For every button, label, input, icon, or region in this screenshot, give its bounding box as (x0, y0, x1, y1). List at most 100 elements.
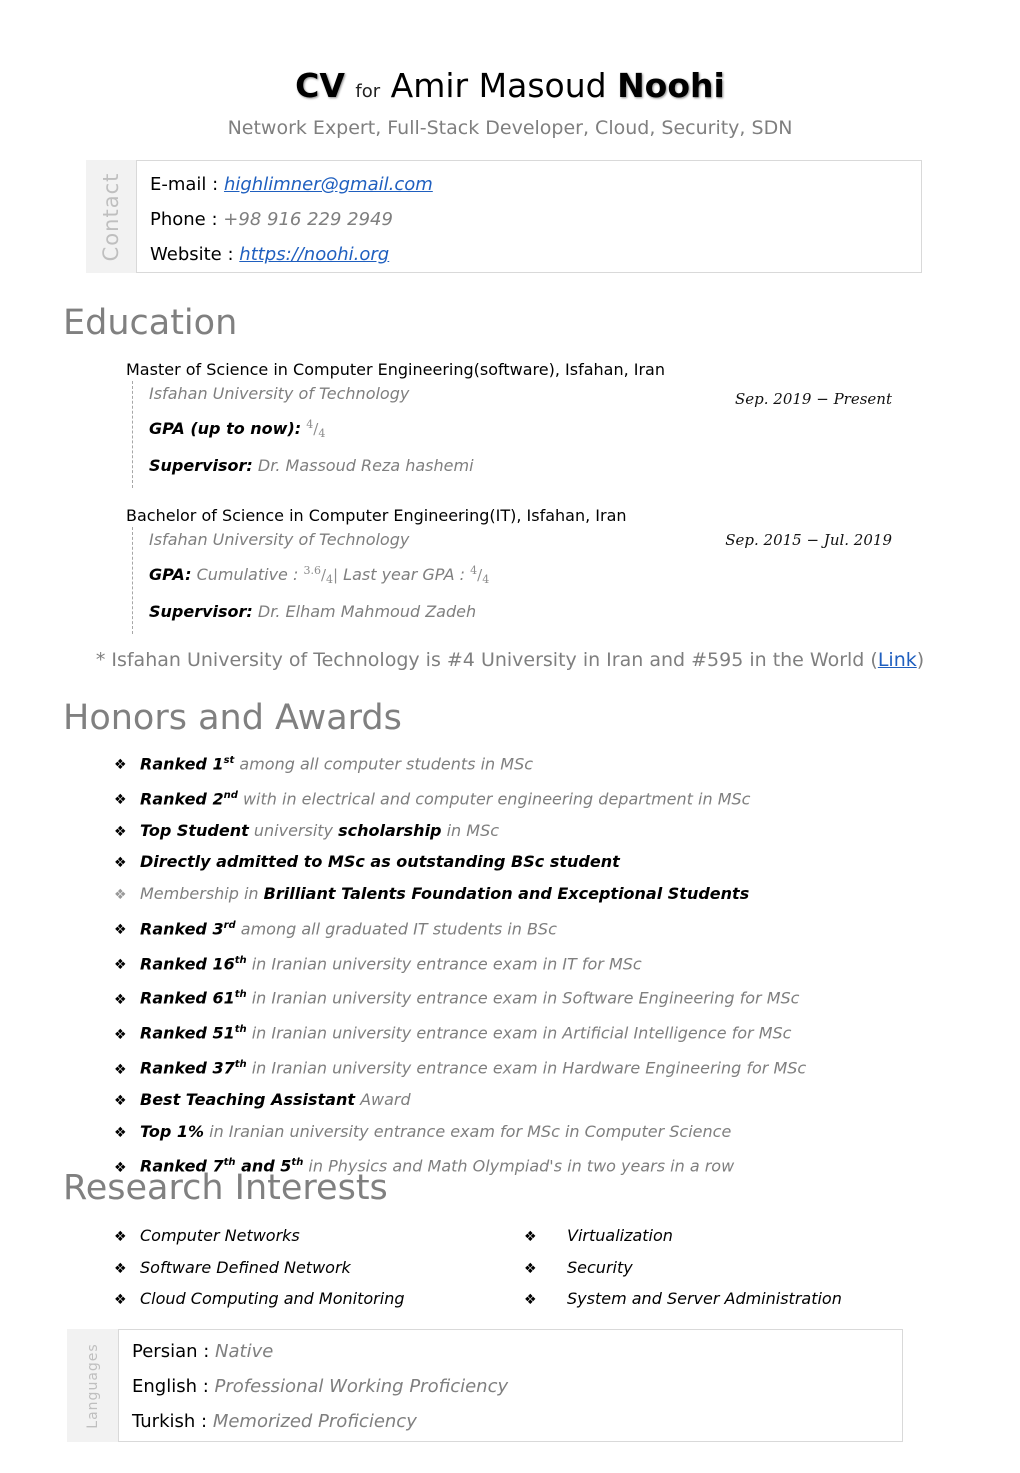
supervisor-label: Supervisor: (149, 456, 253, 475)
degree-bsc: Bachelor of Science in Computer Engineer… (126, 505, 906, 634)
honor-item: ❖ Ranked 3rd among all graduated IT stude… (114, 911, 806, 946)
diamond-bullet-icon: ❖ (114, 1229, 127, 1245)
honor-prefix: Membership in (140, 884, 264, 904)
contact-content: E-mail : highlimner@gmail.com Phone : +9… (136, 160, 922, 273)
ordinal-suffix: st (223, 755, 235, 766)
ordinal-suffix: nd (223, 789, 238, 801)
research-heading: Research Interests (63, 1168, 388, 1208)
diamond-bullet-icon: ❖ (114, 991, 127, 1008)
supervisor-name: Dr. Massoud Reza hashemi (257, 456, 474, 475)
honor-highlight: Ranked 37 (140, 1058, 235, 1078)
degree-title: Bachelor of Science in Computer Engineer… (126, 506, 627, 525)
subtitle: Network Expert, Full-Stack Developer, Cl… (227, 117, 793, 139)
research-interest: ❖ Virtualization (524, 1221, 842, 1253)
language-level: Professional Working Proficiency (214, 1376, 509, 1397)
ordinal-suffix: th (234, 989, 247, 1001)
research-interest: ❖ Computer Networks (114, 1221, 404, 1253)
diamond-bullet-icon: ❖ (114, 1260, 127, 1277)
degree-msc: Master of Science in Computer Engineerin… (126, 359, 906, 488)
language-name: Turkish : (132, 1411, 208, 1432)
research-list-right: ❖ Virtualization ❖ Security ❖ System and Serv… (524, 1221, 842, 1316)
diamond-bullet-icon: ❖ (114, 855, 127, 872)
research-interest: ❖ Cloud Computing and Monitoring (114, 1284, 404, 1316)
diamond-bullet-icon: ❖ (114, 792, 127, 809)
diamond-bullet-icon: ❖ (114, 956, 127, 973)
honor-highlight: Directly admitted to MSc as outstanding … (140, 852, 620, 872)
honor-item: ❖ Ranked 1st among all computer students … (114, 746, 806, 781)
gpa-numerator: 3.6 (303, 564, 321, 577)
diamond-bullet-icon: ❖ (114, 1026, 127, 1043)
research-interest-label: Software Defined Network (140, 1257, 351, 1277)
ordinal-suffix: th (234, 1024, 247, 1036)
cv-title: CV for Amir Masoud Noohi (0, 64, 1020, 114)
language-row: English : Professional Working Proficien… (132, 1369, 902, 1404)
honor-item: ❖ Top 1% in Iranian university entrance e… (114, 1117, 806, 1149)
honor-text: Award (354, 1090, 411, 1110)
cv-label: CV (295, 66, 345, 105)
honor-item: ❖ Ranked 61th in Iranian university entra… (114, 980, 806, 1015)
honor-text: among all computer students in MSc (234, 754, 534, 774)
last-name: Noohi (617, 66, 725, 105)
honor-highlight: Brilliant Talents Foundation and Excepti… (263, 884, 750, 904)
diamond-bullet-icon: ❖ (114, 1061, 127, 1078)
gpa-denominator: 4 (318, 427, 326, 440)
honors-heading: Honors and Awards (63, 698, 402, 738)
honor-text: in Iranian university entrance exam in H… (246, 1058, 807, 1078)
honor-text: in Iranian university entrance exam in I… (246, 953, 642, 973)
website-link[interactable]: https://noohi.org (239, 244, 389, 265)
language-level: Native (215, 1341, 274, 1362)
honor-highlight: Top 1% (140, 1121, 205, 1141)
languages-content: Persian : Native English : Professional … (118, 1329, 903, 1442)
honor-highlight: Ranked 61 (140, 988, 235, 1008)
honor-text: university (248, 820, 339, 840)
cumulative-label: Cumulative : (196, 565, 299, 584)
research-interest-label: Cloud Computing and Monitoring (140, 1289, 405, 1309)
note-text: * Isfahan University of Technology is #4… (95, 649, 878, 671)
gpa-label: GPA: (149, 565, 192, 584)
honor-highlight: Ranked 1 (140, 754, 224, 774)
email-link[interactable]: highlimner@gmail.com (224, 174, 433, 195)
gpa-line: GPA (up to now): 4/4 (149, 409, 906, 450)
language-level: Memorized Proficiency (212, 1411, 417, 1432)
first-names: Amir Masoud (390, 66, 607, 105)
language-row: Persian : Native (132, 1334, 902, 1369)
research-interest: ❖ System and Server Administration (524, 1284, 842, 1316)
phone-value: +98 916 229 2949 (223, 209, 393, 230)
research-interest-label: Virtualization (567, 1226, 673, 1245)
honor-highlight: Ranked 3 (140, 918, 224, 938)
honor-highlight: Ranked 2 (140, 789, 224, 809)
research-list-left: ❖ Computer Networks ❖ Software Defined Netw… (114, 1221, 404, 1316)
honor-text: in Iranian university entrance exam for … (204, 1121, 732, 1141)
diamond-bullet-icon: ❖ (114, 757, 127, 774)
research-interest-label: Security (567, 1257, 633, 1277)
honor-text: in Iranian university entrance exam in S… (246, 988, 800, 1008)
language-row: Turkish : Memorized Proficiency (132, 1404, 902, 1439)
gpa-separator: | (333, 566, 339, 584)
supervisor-name: Dr. Elham Mahmoud Zadeh (257, 602, 477, 621)
ranking-link[interactable]: Link (878, 649, 917, 671)
gpa-numerator: 4 (306, 418, 314, 431)
ordinal-suffix: th (234, 954, 247, 966)
diamond-bullet-icon: ❖ (524, 1292, 537, 1309)
last-year-denominator: 4 (482, 573, 490, 586)
last-year-fraction: 4/4 (470, 564, 490, 586)
phone-key: Phone : (150, 209, 218, 230)
honor-text: among all graduated IT students in BSc (235, 918, 557, 938)
gpa-line: GPA: Cumulative : 3.6/4| Last year GPA :… (149, 555, 906, 596)
degree-date: Sep. 2015 − Jul. 2019 (725, 531, 892, 549)
diamond-bullet-icon: ❖ (114, 1292, 127, 1309)
honor-highlight: Top Student (140, 820, 249, 840)
honor-item: ❖ Best Teaching Assistant Award (114, 1085, 806, 1117)
honor-highlight: Best Teaching Assistant (140, 1090, 355, 1110)
honor-text: in MSc (441, 820, 500, 840)
honor-text: with in electrical and computer engineer… (237, 789, 751, 809)
contact-label: Contact (99, 172, 123, 261)
languages-label: Languages (84, 1342, 101, 1429)
diamond-bullet-icon: ❖ (114, 1124, 127, 1141)
degree-title: Master of Science in Computer Engineerin… (126, 360, 665, 379)
gpa-fraction: 3.6/4 (303, 564, 334, 586)
contact-side-label: Contact (86, 160, 136, 273)
website-key: Website : (150, 244, 234, 265)
diamond-bullet-icon: ❖ (114, 921, 127, 938)
ordinal-suffix: th (234, 1059, 247, 1071)
